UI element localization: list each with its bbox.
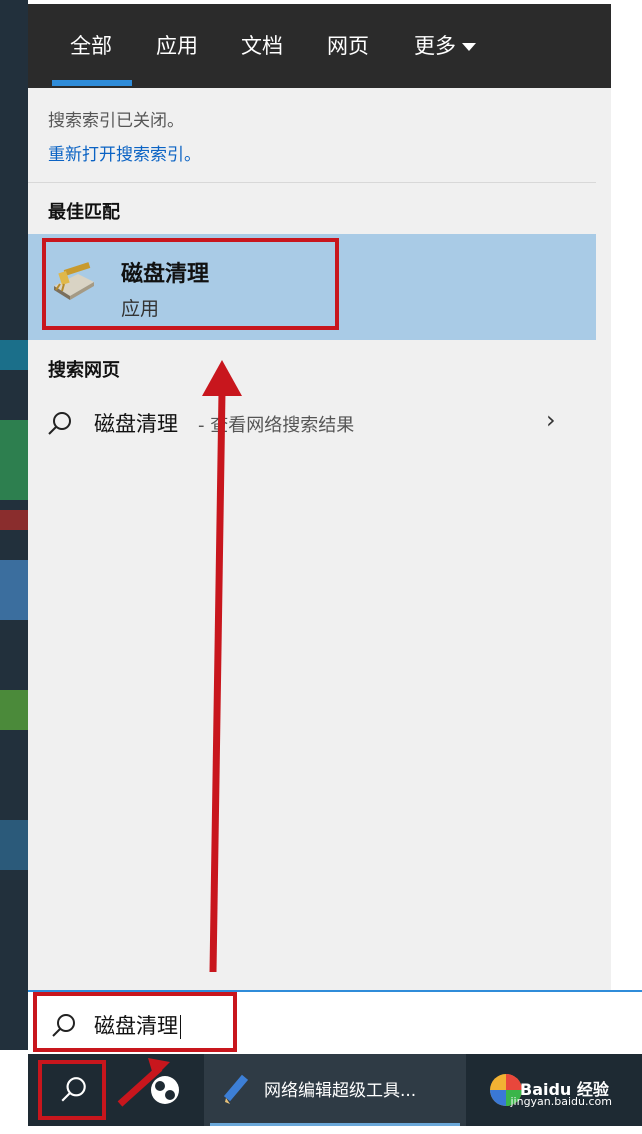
arrow-shaft-up [209, 391, 226, 973]
arrow-shaft-taskbar [117, 1065, 163, 1107]
annotation-arrows [117, 360, 242, 1107]
arrow-head-up [202, 360, 242, 396]
